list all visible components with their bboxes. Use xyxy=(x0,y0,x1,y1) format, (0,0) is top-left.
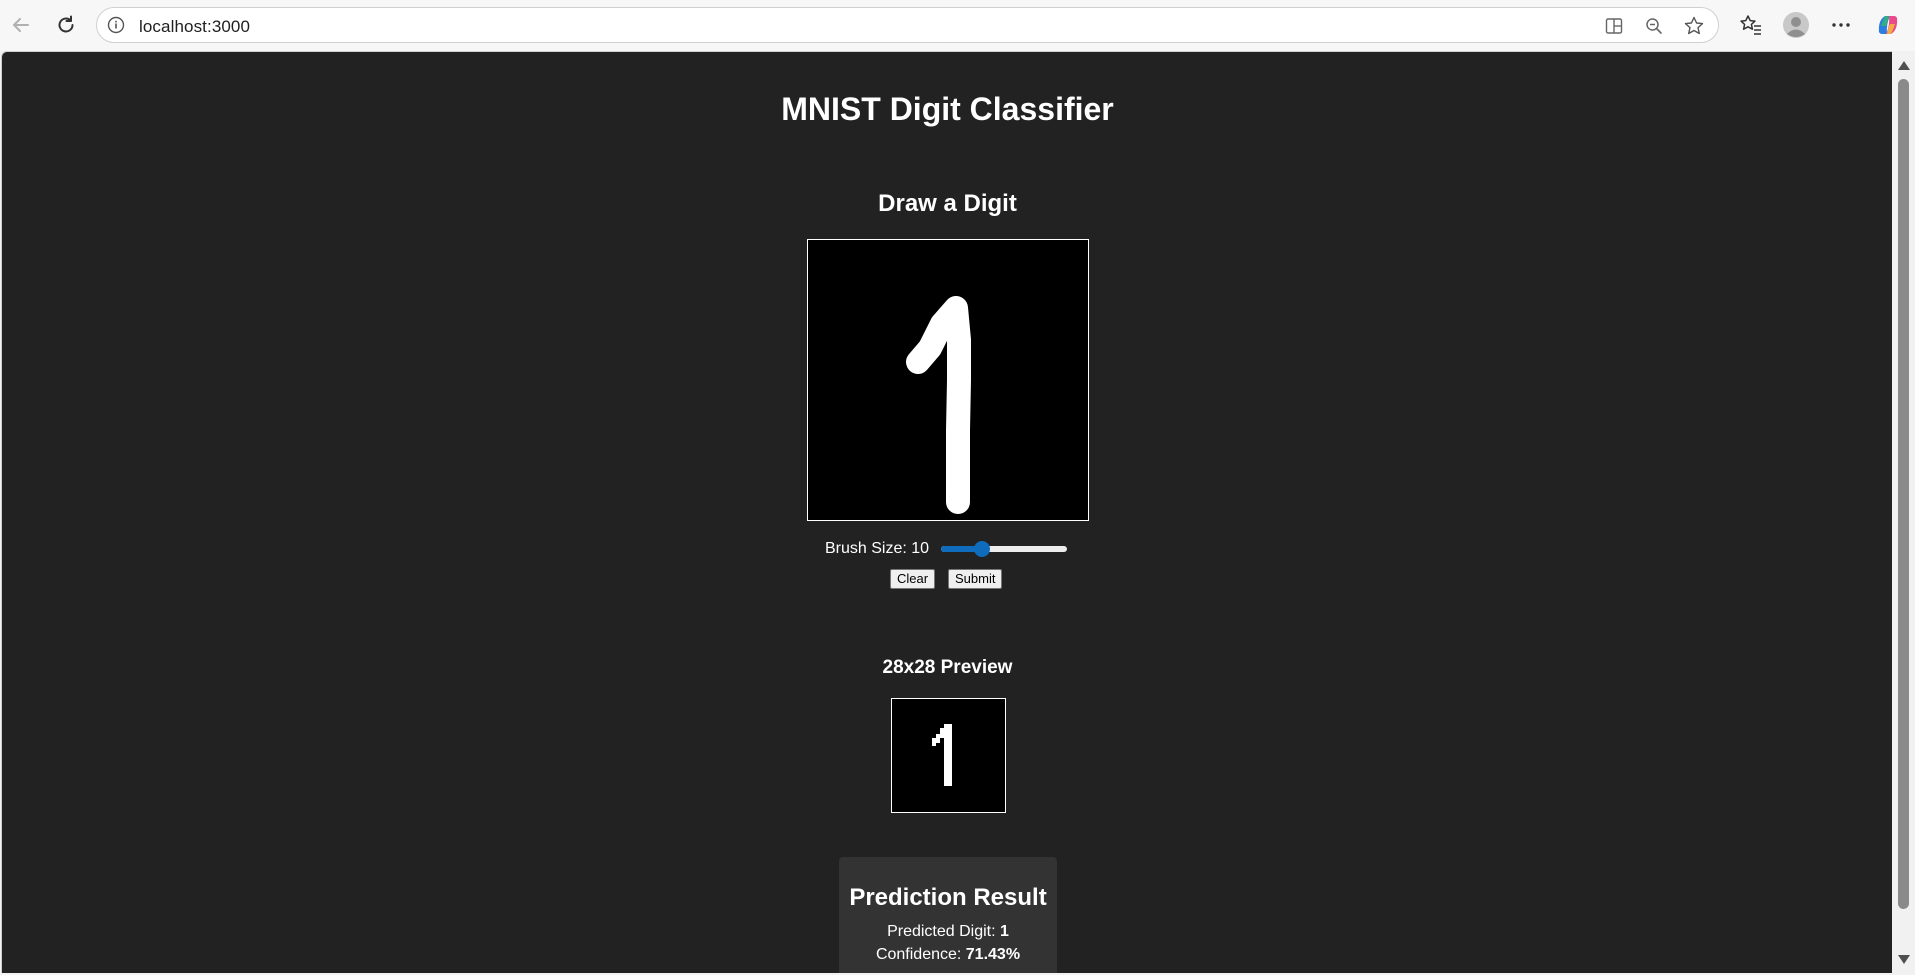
page-viewport: MNIST Digit Classifier Draw a Digit Brus… xyxy=(1,51,1892,973)
reload-icon xyxy=(58,15,74,33)
predicted-digit-label: Predicted Digit: xyxy=(887,923,1001,940)
split-screen-icon xyxy=(1605,18,1623,34)
profile-button[interactable] xyxy=(1781,10,1811,40)
zoom-out-icon xyxy=(1646,18,1662,34)
submit-button[interactable]: Submit xyxy=(948,569,1003,589)
confidence-label: Confidence: xyxy=(875,946,966,963)
more-icon xyxy=(1832,23,1850,27)
drawing-canvas[interactable] xyxy=(807,239,1089,521)
confidence-line: Confidence: 71.43% xyxy=(839,946,1057,964)
more-button[interactable] xyxy=(1826,10,1856,40)
reload-button[interactable] xyxy=(50,9,82,41)
app-root: MNIST Digit Classifier Draw a Digit Brus… xyxy=(2,52,1892,973)
star-icon xyxy=(1684,16,1704,35)
page-title: MNIST Digit Classifier xyxy=(781,91,1114,127)
vertical-scrollbar[interactable] xyxy=(1892,51,1915,975)
slider-thumb[interactable] xyxy=(974,541,991,557)
brush-size-slider[interactable] xyxy=(941,541,1068,557)
copilot-icon xyxy=(1878,16,1898,34)
predicted-digit-line: Predicted Digit: 1 xyxy=(839,923,1057,941)
arrow-left-icon xyxy=(12,18,29,32)
clear-button[interactable]: Clear xyxy=(890,569,936,589)
confidence-value: 71.43% xyxy=(965,946,1021,963)
preview-heading: 28x28 Preview xyxy=(882,657,1013,678)
copilot-button[interactable] xyxy=(1873,10,1903,40)
url-text[interactable]: localhost:3000 xyxy=(139,17,250,37)
browser-toolbar: localhost:3000 xyxy=(0,0,1915,51)
result-heading: Prediction Result xyxy=(849,884,1047,911)
favorites-icon xyxy=(1740,15,1761,35)
zoom-out-button[interactable] xyxy=(1643,15,1665,37)
predicted-digit-value: 1 xyxy=(1000,923,1009,940)
draw-heading: Draw a Digit xyxy=(878,190,1017,217)
favorite-button[interactable] xyxy=(1683,15,1705,37)
split-screen-button[interactable] xyxy=(1603,15,1625,37)
back-button[interactable] xyxy=(5,9,37,41)
drawn-digit-stroke xyxy=(906,296,971,514)
preview-digit xyxy=(932,724,952,786)
favorites-button[interactable] xyxy=(1736,10,1766,40)
preview-canvas xyxy=(891,698,1006,813)
prediction-result-card: Prediction Result Predicted Digit: 1 Con… xyxy=(839,857,1057,973)
scroll-up-arrow[interactable] xyxy=(1898,61,1910,70)
avatar-icon xyxy=(1783,12,1809,38)
brush-size-label: Brush Size: 10 xyxy=(825,540,930,557)
address-bar[interactable]: localhost:3000 xyxy=(96,7,1719,43)
brush-size-control: Brush Size: 10 xyxy=(825,537,1068,561)
scrollbar-thumb[interactable] xyxy=(1898,79,1909,909)
scroll-down-arrow[interactable] xyxy=(1898,955,1910,964)
info-icon[interactable] xyxy=(107,16,125,34)
